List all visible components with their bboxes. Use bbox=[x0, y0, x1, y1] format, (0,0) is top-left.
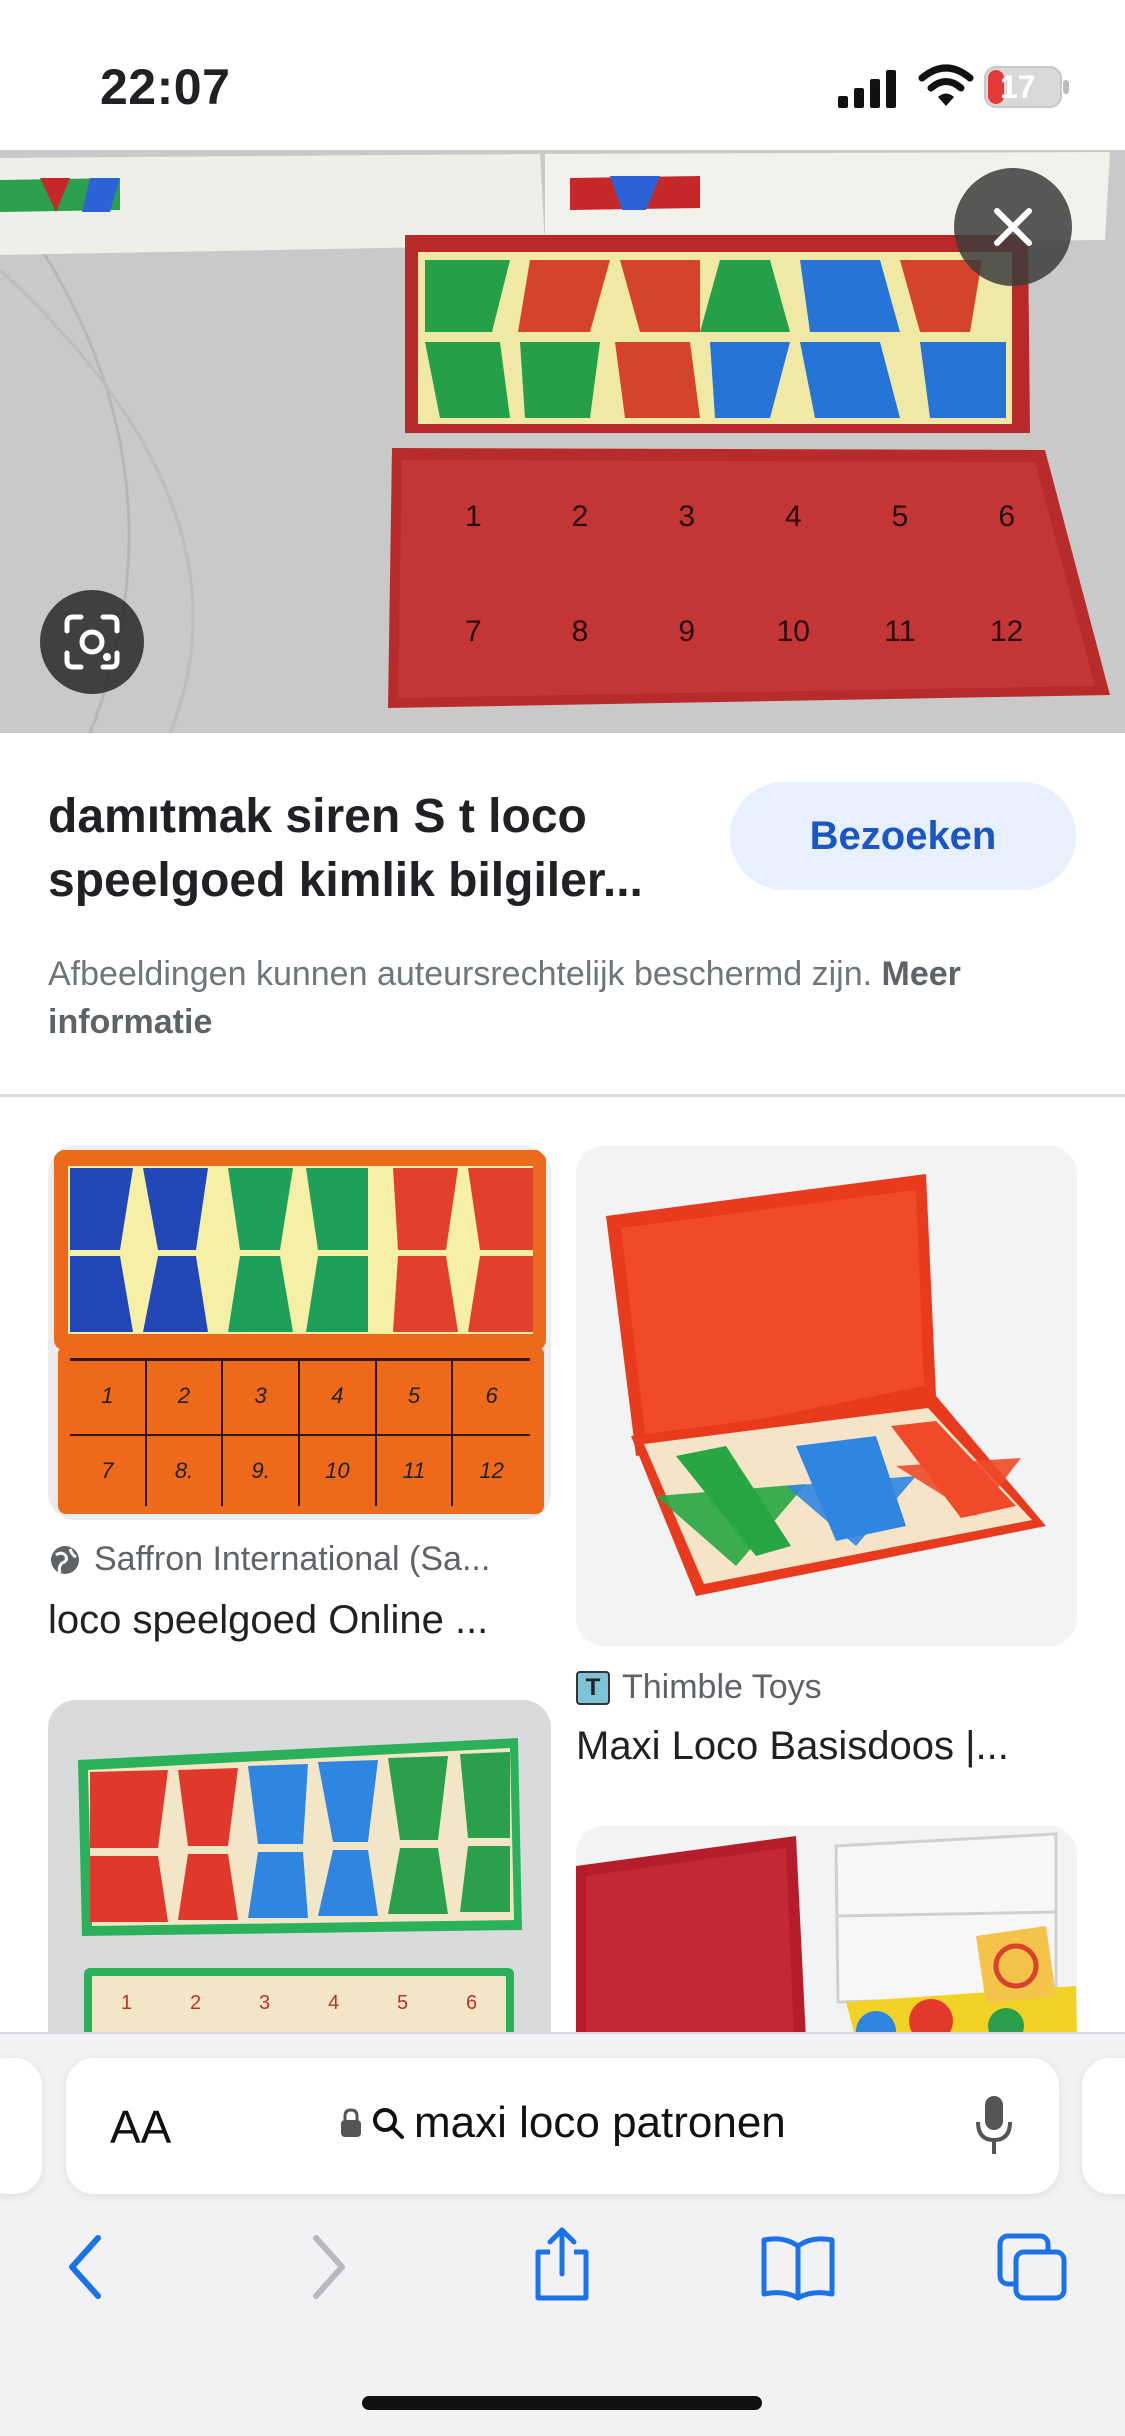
site-favicon-icon: T bbox=[576, 1670, 610, 1705]
card-number: 8. bbox=[146, 1433, 224, 1506]
board-number: 1 bbox=[464, 500, 482, 533]
result-card-title[interactable]: loco speelgoed Online ... bbox=[48, 1598, 488, 1643]
card-number: 11 bbox=[376, 1433, 454, 1506]
card-number-grid: 1 2 3 4 5 6 7 8. 9. 10 11 12 bbox=[70, 1358, 530, 1506]
lens-icon bbox=[64, 614, 120, 670]
board-number: 11 bbox=[884, 615, 916, 648]
board-number: 8 bbox=[571, 615, 589, 648]
source-name: Thimble Toys bbox=[622, 1668, 822, 1706]
search-icon bbox=[373, 2108, 404, 2139]
card-number: 6 bbox=[465, 1992, 478, 2014]
clock: 22:07 bbox=[100, 59, 231, 115]
section-divider bbox=[0, 1094, 1125, 1097]
lock-icon bbox=[341, 2108, 361, 2137]
share-icon[interactable] bbox=[530, 2226, 594, 2302]
board-number: 5 bbox=[891, 500, 909, 533]
forward-arrow-icon[interactable] bbox=[306, 2232, 352, 2302]
card-number: 4 bbox=[300, 1361, 377, 1434]
board-number: 7 bbox=[464, 615, 482, 648]
result-title[interactable]: damıtmak siren S t loco speelgoed kimlik… bbox=[48, 785, 708, 913]
card-number: 7 bbox=[70, 1433, 147, 1506]
address-bar-content[interactable]: maxi loco patronen bbox=[340, 2098, 786, 2148]
next-tab-preview[interactable] bbox=[1082, 2058, 1125, 2194]
result-thumbnail[interactable] bbox=[576, 1146, 1077, 1646]
globe-icon bbox=[51, 1545, 79, 1574]
card-number-row: 1 2 3 4 5 6 bbox=[92, 1992, 506, 2015]
result-source[interactable]: Saffron International (Sa... bbox=[48, 1540, 490, 1579]
card-number: 2 bbox=[147, 1361, 224, 1434]
card-number: 2 bbox=[189, 1992, 202, 2014]
search-query: maxi loco patronen bbox=[414, 2098, 786, 2147]
copyright-text: Afbeeldingen kunnen auteursrechtelijk be… bbox=[48, 955, 873, 993]
card-number: 3 bbox=[223, 1361, 300, 1434]
microphone-icon[interactable] bbox=[974, 2094, 1014, 2158]
card-number: 10 bbox=[299, 1433, 377, 1506]
google-lens-button[interactable] bbox=[40, 590, 144, 694]
visit-button[interactable]: Bezoeken bbox=[730, 782, 1076, 890]
board-number: 2 bbox=[571, 500, 589, 533]
card-number: 1 bbox=[70, 1361, 147, 1434]
card-number: 5 bbox=[377, 1361, 454, 1434]
card-number: 1 bbox=[120, 1992, 133, 2014]
thumbnail-image bbox=[576, 1146, 1077, 1646]
board-number: 10 bbox=[776, 615, 810, 648]
result-card-title[interactable]: Maxi Loco Basisdoos |... bbox=[576, 1724, 1009, 1769]
result-source[interactable]: T Thimble Toys bbox=[576, 1668, 822, 1707]
thumbnail-image bbox=[48, 1700, 551, 2040]
board-number: 12 bbox=[989, 615, 1024, 648]
copyright-notice: Afbeeldingen kunnen auteursrechtelijk be… bbox=[48, 950, 1068, 1046]
card-number: 5 bbox=[396, 1992, 409, 2014]
card-number: 6 bbox=[485, 1383, 498, 1408]
result-thumbnail[interactable] bbox=[576, 1826, 1077, 2040]
source-name: Saffron International (Sa... bbox=[94, 1540, 491, 1578]
reader-settings-button[interactable]: AA bbox=[110, 2100, 171, 2154]
card-number: 12 bbox=[453, 1433, 530, 1507]
thumbnail-image bbox=[576, 1826, 1077, 2040]
wifi-icon bbox=[918, 64, 974, 106]
card-number: 9. bbox=[223, 1433, 300, 1506]
card-number: 3 bbox=[258, 1992, 271, 2014]
status-bar: 22:07 17 bbox=[0, 0, 1125, 150]
card-number: 4 bbox=[327, 1992, 340, 2014]
close-icon bbox=[994, 208, 1032, 246]
back-arrow-icon[interactable] bbox=[62, 2232, 108, 2302]
home-indicator bbox=[362, 2396, 762, 2410]
previous-tab-preview[interactable] bbox=[0, 2058, 42, 2194]
board-number: 6 bbox=[998, 500, 1015, 533]
bookmarks-icon[interactable] bbox=[760, 2232, 836, 2302]
cellular-signal-icon bbox=[838, 70, 896, 108]
tabs-icon[interactable] bbox=[996, 2232, 1070, 2302]
battery-percentage: 17 bbox=[1000, 69, 1036, 105]
result-thumbnail[interactable]: 1 2 3 4 5 6 bbox=[48, 1700, 551, 2040]
board-number: 3 bbox=[678, 500, 695, 533]
close-button[interactable] bbox=[954, 168, 1072, 286]
board-number: 4 bbox=[784, 500, 802, 533]
result-thumbnail[interactable]: 1 2 3 4 5 6 7 8. 9. 10 11 12 bbox=[48, 1146, 551, 1520]
board-number-grid: 1 2 3 4 5 6 7 8 9 10 11 12 bbox=[420, 470, 1060, 680]
battery-icon: 17 bbox=[984, 66, 1070, 108]
board-number: 9 bbox=[678, 615, 695, 648]
